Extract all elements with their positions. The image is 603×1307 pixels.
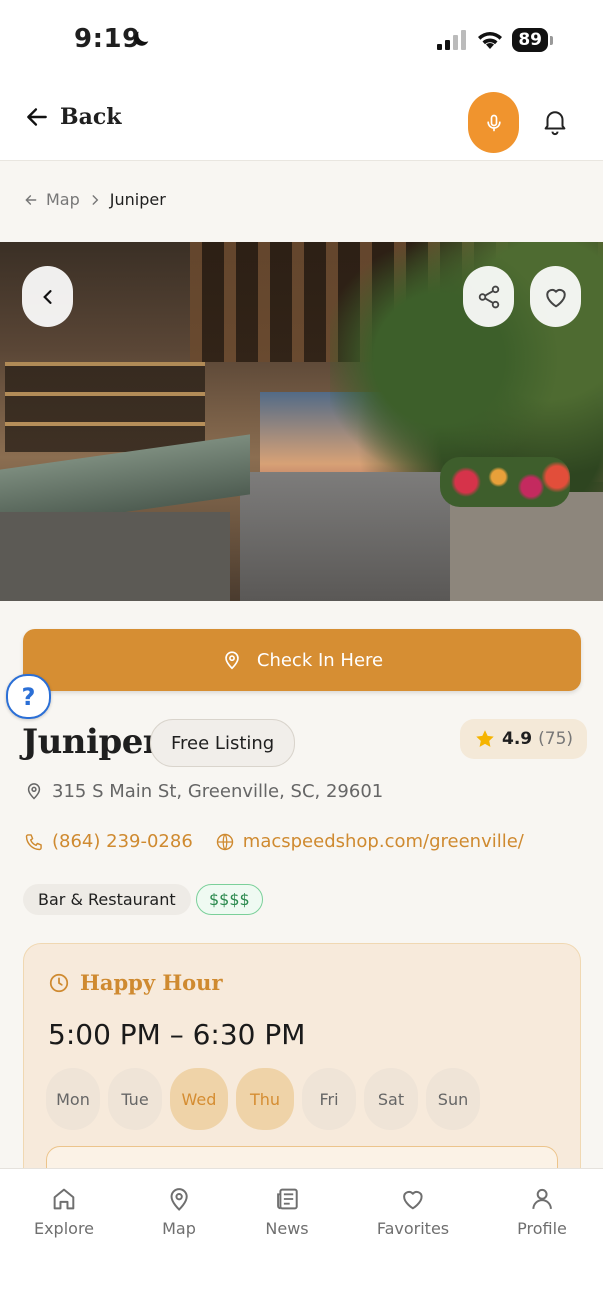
price-tag: $$$$	[196, 884, 263, 915]
nav-news[interactable]: News	[265, 1185, 309, 1238]
nav-profile[interactable]: Profile	[517, 1185, 567, 1238]
day-chip-thu: Thu	[236, 1068, 294, 1130]
hero-bar-side	[0, 512, 230, 601]
back-label: Back	[60, 104, 122, 130]
voice-search-button[interactable]	[468, 92, 519, 153]
phone-link[interactable]: (864) 239-0286	[52, 831, 193, 852]
venue-hero-image	[0, 242, 603, 601]
globe-icon	[216, 833, 234, 850]
signal-icon	[437, 30, 467, 50]
status-bar: 9:19 89	[0, 0, 603, 84]
user-icon	[532, 1188, 552, 1210]
rating-value: 4.9	[502, 729, 533, 749]
nav-news-label: News	[265, 1219, 309, 1238]
heart-icon	[403, 1190, 423, 1210]
map-pin-icon	[225, 651, 239, 670]
day-chip-sat: Sat	[364, 1068, 418, 1130]
hero-booth	[450, 492, 603, 601]
arrow-left-icon	[25, 194, 37, 205]
notifications-button[interactable]	[540, 106, 570, 140]
check-in-label: Check In Here	[256, 649, 384, 671]
top-header: Back	[0, 84, 603, 161]
moon-icon	[134, 31, 149, 46]
happy-hour-time: 5:00 PM – 6:30 PM	[48, 1018, 306, 1051]
help-button[interactable]: ?	[6, 674, 51, 719]
map-pin-icon	[170, 1188, 188, 1211]
day-chip-sun: Sun	[426, 1068, 480, 1130]
day-chip-fri: Fri	[302, 1068, 356, 1130]
nav-profile-label: Profile	[517, 1219, 567, 1238]
rating-badge: 4.9 (75)	[460, 719, 588, 759]
check-in-button[interactable]: Check In Here	[23, 629, 581, 691]
nav-favorites[interactable]: Favorites	[377, 1185, 449, 1238]
website-link[interactable]: macspeedshop.com/greenville/	[243, 831, 524, 852]
phone-icon	[25, 833, 42, 850]
day-chip-tue: Tue	[108, 1068, 162, 1130]
status-indicators: 89	[436, 28, 553, 52]
chevron-left-icon	[42, 289, 52, 304]
arrow-left-icon	[27, 108, 47, 126]
nav-map[interactable]: Map	[162, 1185, 196, 1238]
breadcrumb-map-link[interactable]: Map	[46, 190, 80, 209]
day-chip-wed: Wed	[170, 1068, 228, 1130]
nav-explore-label: Explore	[33, 1219, 95, 1238]
day-chip-mon: Mon	[46, 1068, 100, 1130]
bell-icon	[544, 111, 566, 136]
happy-hour-title: Happy Hour	[80, 970, 223, 995]
hero-bar-shelves	[5, 362, 205, 452]
happy-hour-heading: Happy Hour	[48, 970, 223, 995]
clock-icon	[49, 973, 69, 992]
chevron-right-icon	[92, 194, 99, 205]
heart-icon	[545, 288, 566, 307]
battery-level: 89	[512, 28, 548, 52]
contact-row: (864) 239-0286 macspeedshop.com/greenvil…	[24, 831, 524, 852]
address-row: 315 S Main St, Greenville, SC, 29601	[24, 780, 383, 802]
breadcrumb: Map Juniper	[24, 190, 166, 209]
newspaper-icon	[276, 1188, 298, 1210]
battery-cap	[550, 35, 553, 45]
venue-name: Juniper	[22, 722, 161, 762]
back-button[interactable]: Back	[24, 104, 122, 130]
nav-map-label: Map	[162, 1219, 196, 1238]
rating-count: (75)	[538, 729, 574, 749]
home-icon	[53, 1188, 75, 1210]
breadcrumb-current: Juniper	[109, 190, 166, 209]
hero-flowers	[440, 457, 570, 507]
happy-hour-days: Mon Tue Wed Thu Fri Sat Sun	[46, 1068, 480, 1130]
wifi-icon	[478, 32, 503, 49]
listing-type-badge: Free Listing	[150, 719, 296, 767]
star-icon	[476, 730, 494, 747]
microphone-icon	[486, 114, 501, 131]
hero-floor	[240, 472, 460, 601]
share-icon	[478, 285, 499, 308]
bottom-navigation: Explore Map News Favorites Profile	[0, 1168, 603, 1307]
map-pin-icon	[27, 783, 41, 800]
address-text: 315 S Main St, Greenville, SC, 29601	[52, 780, 384, 802]
gallery-back-button[interactable]	[22, 266, 73, 327]
category-tag: Bar & Restaurant	[23, 884, 191, 915]
nav-favorites-label: Favorites	[376, 1219, 450, 1238]
share-button[interactable]	[463, 266, 514, 327]
favorite-button[interactable]	[530, 266, 581, 327]
help-icon: ?	[21, 682, 36, 711]
nav-explore[interactable]: Explore	[34, 1185, 94, 1238]
